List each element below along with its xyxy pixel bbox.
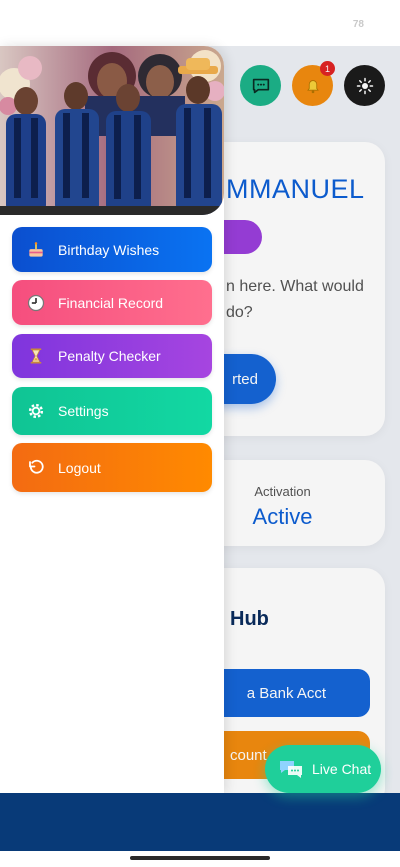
logout-icon: [24, 456, 48, 480]
menu-item-label: Settings: [58, 403, 109, 419]
group-photo: [0, 46, 224, 215]
menu-item-label: Financial Record: [58, 294, 164, 311]
status-bar: 78: [0, 0, 400, 46]
menu-item-label: Penalty Checker: [58, 348, 161, 364]
menu-item-logout[interactable]: Logout: [12, 443, 212, 492]
group-photo-banner: [0, 46, 224, 215]
live-chat-label: Live Chat: [312, 761, 372, 777]
menu-item-birthday-wishes[interactable]: Birthday Wishes: [12, 227, 212, 272]
home-indicator[interactable]: [130, 856, 270, 860]
live-chat-button[interactable]: Live Chat: [265, 745, 381, 793]
cake-icon: [24, 238, 48, 262]
clock-icon: [24, 291, 48, 315]
menu-item-label: Logout: [58, 459, 101, 476]
menu-item-financial-record[interactable]: Financial Record: [12, 280, 212, 325]
live-chat-icon: [278, 757, 304, 781]
hourglass-icon: [24, 344, 48, 368]
menu-item-settings[interactable]: Settings: [12, 387, 212, 435]
battery-level: 78: [352, 19, 364, 30]
side-drawer: Birthday Wishes Financial Record Penalty…: [0, 46, 224, 793]
menu-item-label: Birthday Wishes: [58, 241, 160, 258]
bottom-navigation-bar: [0, 793, 400, 851]
gear-icon: [24, 399, 48, 423]
menu-item-penalty-checker[interactable]: Penalty Checker: [12, 334, 212, 378]
